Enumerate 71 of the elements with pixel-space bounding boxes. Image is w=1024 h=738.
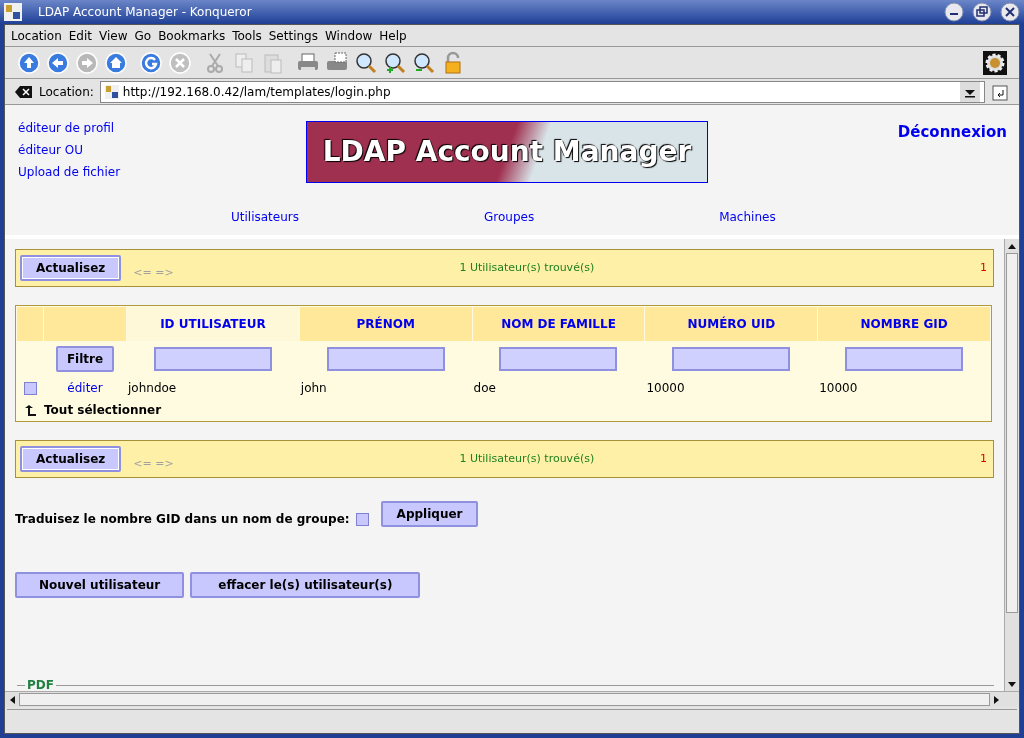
result-count: 1 Utilisateur(s) trouvé(s): [458, 259, 596, 276]
refresh-button[interactable]: Actualisez: [20, 446, 122, 472]
restore-icon[interactable]: [972, 2, 992, 22]
table-cell: 10000: [646, 381, 685, 395]
nav-link[interactable]: éditeur OU: [18, 142, 83, 158]
edit-link[interactable]: éditer: [67, 381, 103, 395]
translate-label: Traduisez le nombre GID dans un nom de groupe:: [15, 511, 350, 528]
action-button[interactable]: effacer le(s) utilisateur(s): [190, 572, 421, 598]
menu-item[interactable]: View: [99, 26, 128, 45]
page-arrows: <= =>: [133, 455, 174, 472]
horizontal-scrollbar[interactable]: [5, 691, 1019, 707]
page-number: 1: [980, 450, 987, 467]
action-button[interactable]: Nouvel utilisateur: [15, 572, 185, 598]
filter-field[interactable]: [153, 347, 272, 371]
url-field[interactable]: http://192.168.0.42/lam/templates/login.php: [122, 82, 956, 101]
filter-field[interactable]: [845, 347, 964, 371]
vertical-scrollbar[interactable]: [1004, 239, 1019, 691]
menu-item[interactable]: Edit: [68, 26, 92, 45]
table-cell: 10000: [819, 381, 858, 395]
close-icon[interactable]: [1000, 2, 1020, 22]
up-icon[interactable]: [17, 50, 41, 75]
zoom-out-icon[interactable]: [412, 50, 436, 75]
menu-item[interactable]: Window: [324, 26, 373, 45]
menu-item[interactable]: Go: [134, 26, 152, 45]
nav-tab[interactable]: Utilisateurs: [231, 208, 299, 226]
site-icon: [104, 84, 119, 99]
translate-checkbox[interactable]: [355, 512, 369, 526]
nav-link[interactable]: Upload de fichier: [18, 164, 121, 180]
column-header[interactable]: PRÉNOM: [299, 307, 472, 341]
app-icon[interactable]: [4, 3, 22, 21]
gear-icon[interactable]: [983, 50, 1007, 75]
zoom-icon[interactable]: [354, 50, 378, 75]
column-header[interactable]: NUMÉRO UID: [645, 307, 818, 341]
nav-tab[interactable]: Groupes: [484, 208, 535, 226]
result-count: 1 Utilisateur(s) trouvé(s): [458, 450, 596, 467]
menu-item[interactable]: Tools: [232, 26, 262, 45]
home-icon[interactable]: [104, 50, 128, 75]
minimize-icon[interactable]: [944, 2, 964, 22]
filter-field[interactable]: [326, 347, 445, 371]
zoom-in-icon[interactable]: [383, 50, 407, 75]
apply-button[interactable]: Appliquer: [380, 501, 479, 527]
location-field[interactable]: http://192.168.0.42/lam/templates/login.php: [99, 80, 985, 103]
row-checkbox[interactable]: [23, 382, 37, 395]
menu-item[interactable]: Settings: [268, 26, 318, 45]
menu-item[interactable]: Help: [379, 26, 407, 45]
location-label: Location:: [39, 83, 94, 101]
page-arrows: <= =>: [133, 264, 174, 281]
filter-field[interactable]: [672, 347, 791, 371]
back-icon[interactable]: [46, 50, 70, 75]
table-cell: doe: [473, 381, 496, 395]
logout-link[interactable]: Déconnexion: [897, 121, 1007, 144]
table-cell: john: [300, 381, 327, 395]
page-number: 1: [980, 259, 987, 276]
dropdown-icon[interactable]: [960, 81, 980, 102]
column-header[interactable]: NOM DE FAMILLE: [472, 307, 645, 341]
menu-item[interactable]: Bookmarks: [158, 26, 226, 45]
up-arrow-icon[interactable]: [24, 404, 36, 417]
filter-button[interactable]: Filtre: [55, 346, 115, 372]
reload-icon[interactable]: [139, 50, 163, 75]
menu-item[interactable]: Location: [11, 26, 62, 45]
refresh-button[interactable]: Actualisez: [20, 255, 122, 281]
table-cell: johndoe: [128, 381, 177, 395]
clear-location-icon[interactable]: [15, 84, 33, 99]
nav-link[interactable]: éditeur de profil: [18, 120, 115, 136]
select-all-label[interactable]: Tout sélectionner: [44, 403, 162, 417]
window-title: LDAP Account Manager - Konqueror: [38, 4, 253, 21]
pdf-legend: PDF: [25, 678, 56, 691]
filter-field[interactable]: [499, 347, 618, 371]
column-header[interactable]: NOMBRE GID: [818, 307, 990, 341]
column-header[interactable]: ID UTILISATEUR: [127, 307, 299, 341]
nav-tab[interactable]: Machines: [719, 208, 776, 226]
